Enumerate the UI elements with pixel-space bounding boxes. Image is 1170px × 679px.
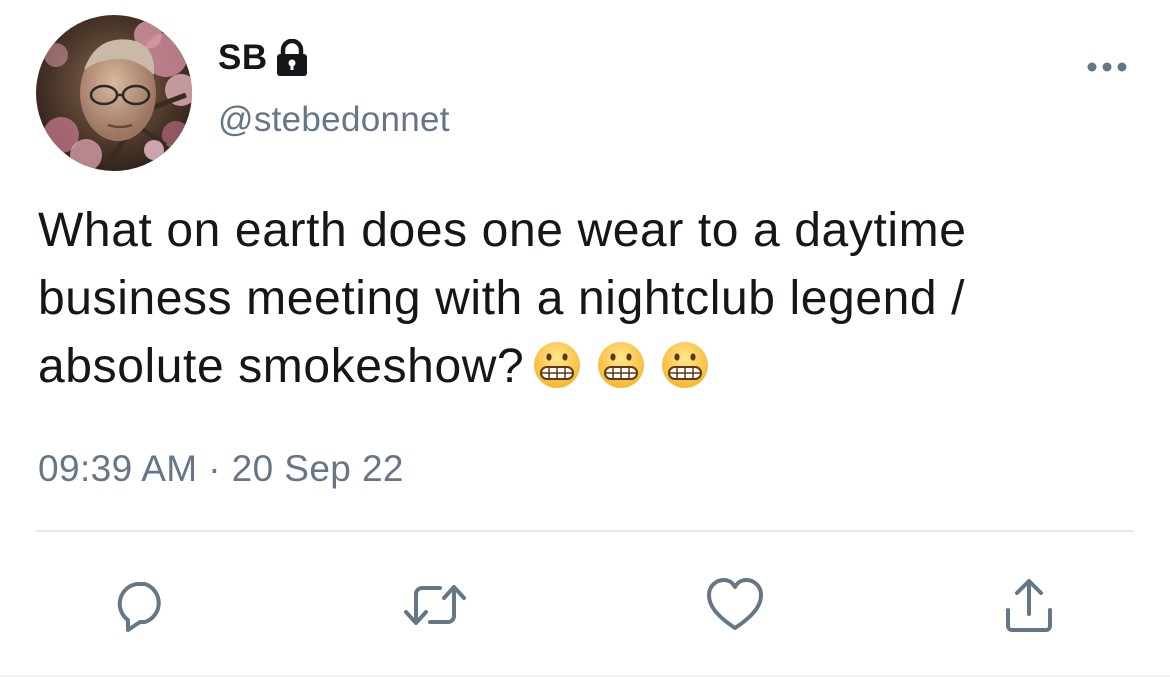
share-button[interactable]	[994, 570, 1064, 640]
lock-icon	[274, 38, 310, 77]
tweet-text-line: absolute smokeshow?	[38, 340, 525, 393]
tweet-card: SB @stebedonnet What on earth does one w…	[0, 0, 1170, 679]
share-icon	[1006, 579, 1052, 632]
divider	[36, 530, 1134, 532]
tweet-timestamp[interactable]: 09:39 AM · 20 Sep 22	[38, 448, 404, 490]
retweet-button[interactable]	[400, 570, 470, 640]
author-handle[interactable]: @stebedonnet	[218, 100, 450, 140]
grimacing-face-emoji-icon	[660, 340, 710, 390]
grimacing-face-emoji-icon	[532, 340, 582, 390]
reply-button[interactable]	[106, 570, 176, 640]
avatar[interactable]	[36, 15, 192, 171]
bottom-divider	[0, 675, 1170, 677]
more-icon	[1087, 62, 1127, 72]
heart-icon	[707, 578, 763, 630]
author-name-row: SB	[218, 36, 310, 80]
grimacing-face-emoji-icon	[596, 340, 646, 390]
display-name[interactable]: SB	[218, 38, 268, 78]
emoji-group	[532, 340, 710, 390]
retweet-icon	[404, 585, 466, 625]
tweet-text-line: What on earth does one wear to a daytime	[38, 204, 967, 257]
more-options-button[interactable]	[1084, 52, 1130, 82]
speech-bubble-icon	[117, 582, 161, 632]
tweet-text-line: business meeting with a nightclub legend…	[38, 272, 966, 325]
avatar-image	[36, 15, 192, 171]
action-bar	[0, 570, 1170, 640]
tweet-text-line-last: absolute smokeshow?	[38, 333, 1148, 401]
tweet-text: What on earth does one wear to a daytime…	[38, 197, 1148, 401]
like-button[interactable]	[700, 570, 770, 640]
